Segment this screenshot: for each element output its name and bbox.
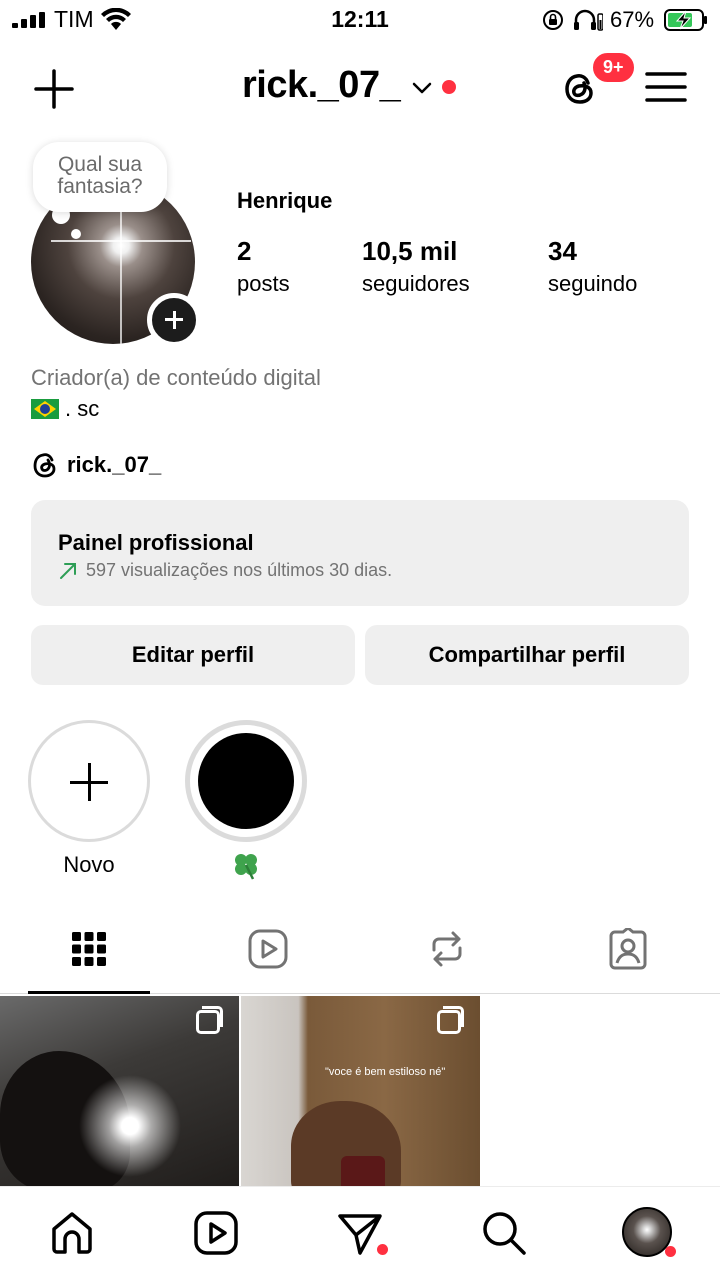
panel-subtitle: 597 visualizações nos últimos 30 dias. <box>58 560 392 581</box>
bio-text: . sc <box>65 396 100 421</box>
tagged-icon <box>609 928 647 970</box>
highlight-item[interactable] <box>184 720 308 885</box>
post-photo-phone <box>341 1156 385 1186</box>
clover-emoji-icon <box>235 854 257 880</box>
tab-reposts[interactable] <box>386 920 508 992</box>
note-text-line1: Qual sua <box>57 153 143 176</box>
notification-badge: 9+ <box>590 50 637 85</box>
edit-profile-button[interactable]: Editar perfil <box>31 625 355 685</box>
reels-nav-icon[interactable] <box>192 1209 240 1257</box>
profile-unread-dot <box>665 1246 676 1257</box>
battery-charging-icon <box>664 9 707 31</box>
battery-percent: 67% <box>610 7 655 32</box>
note-bubble[interactable]: Qual sua fantasia? <box>33 142 167 212</box>
post-thumbnail[interactable]: "voce é bem estiloso né" <box>241 996 480 1186</box>
profile-bio: . sc <box>31 396 99 422</box>
tab-posts-grid[interactable] <box>28 920 150 994</box>
profile-category: Criador(a) de conteúdo digital <box>31 365 321 390</box>
header-username: rick._07_ <box>242 64 401 106</box>
grid-icon <box>72 932 106 966</box>
threads-profile-link[interactable]: rick._07_ <box>31 450 161 480</box>
status-bar: TIM 12:11 67% <box>0 0 720 40</box>
panel-title: Painel profissional <box>58 530 254 555</box>
stat-label: seguindo <box>548 271 638 296</box>
trend-up-arrow-icon <box>60 562 76 579</box>
stat-label: seguidores <box>362 271 470 296</box>
search-icon[interactable] <box>480 1209 528 1257</box>
share-profile-button[interactable]: Compartilhar perfil <box>365 625 689 685</box>
highlight-label: Novo <box>63 852 115 877</box>
stat-value: 2 <box>237 236 252 266</box>
note-tail <box>71 229 81 239</box>
threads-small-icon <box>33 453 56 478</box>
post-caption-text: "voce é bem estiloso né" <box>325 1066 446 1078</box>
professional-dashboard[interactable]: Painel profissional 597 visualizações no… <box>31 500 689 606</box>
display-name: Henrique <box>237 188 333 213</box>
note-text-line2: fantasia? <box>57 175 143 198</box>
stat-value: 34 <box>548 236 577 266</box>
stat-value: 10,5 mil <box>362 236 458 266</box>
messages-unread-dot <box>377 1244 388 1255</box>
chevron-down-icon <box>412 82 432 93</box>
add-story-button[interactable] <box>147 293 201 347</box>
create-plus-icon[interactable] <box>30 65 78 113</box>
threads-handle: rick._07_ <box>67 452 162 477</box>
post-thumbnail[interactable] <box>0 996 239 1186</box>
panel-subtitle-text: 597 visualizações nos últimos 30 dias. <box>86 560 393 580</box>
reposts-icon <box>432 931 462 967</box>
tab-tagged[interactable] <box>567 920 689 992</box>
tab-reels[interactable] <box>207 920 329 992</box>
carousel-icon <box>437 1006 464 1034</box>
home-icon[interactable] <box>48 1209 96 1257</box>
hamburger-menu-icon[interactable] <box>644 70 688 104</box>
new-highlight-circle <box>28 720 150 842</box>
unread-dot <box>442 79 457 94</box>
brazil-flag-icon <box>31 399 59 419</box>
headphones-icon <box>574 9 603 31</box>
carousel-icon <box>196 1006 223 1034</box>
following-count[interactable]: 34 seguindo <box>548 236 637 297</box>
profile-header: rick._07_ 9+ <box>0 50 720 126</box>
stat-label: posts <box>237 271 290 296</box>
orientation-lock-icon <box>543 10 563 30</box>
highlight-cover <box>185 720 307 842</box>
followers-count[interactable]: 10,5 mil seguidores <box>362 236 470 297</box>
new-highlight-button[interactable]: Novo <box>27 720 151 878</box>
account-switcher[interactable]: rick._07_ <box>242 64 457 107</box>
profile-tabs <box>0 920 720 994</box>
bottom-navigation <box>0 1186 720 1280</box>
posts-count[interactable]: 2 posts <box>237 236 290 297</box>
reels-icon <box>248 929 288 969</box>
post-photo-flash <box>70 1066 190 1186</box>
